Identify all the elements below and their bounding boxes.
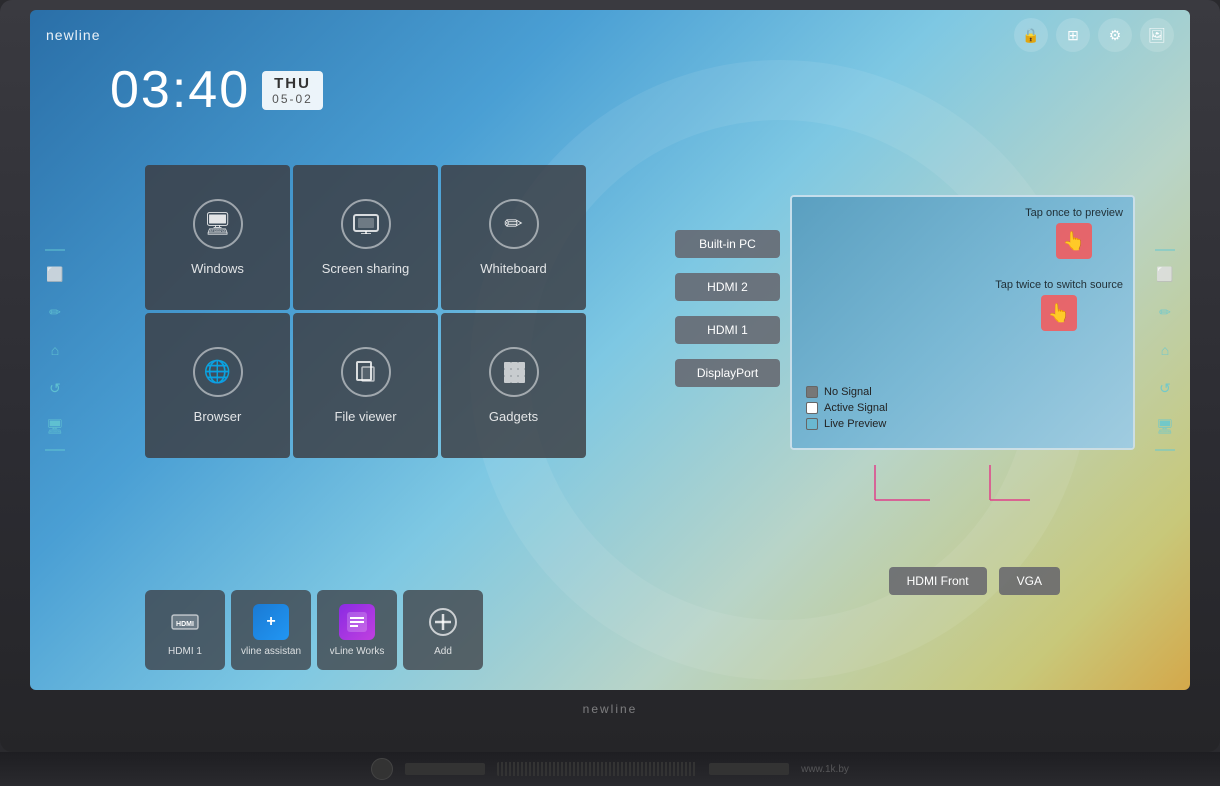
add-label: Add (434, 646, 452, 657)
browser-icon: 🌐 (193, 347, 243, 397)
monitor-outer: newline 🔒 ⊞ ⚙ 🖼 03:40 THU 05-02 ⬜ ✏ (0, 0, 1220, 752)
legend-dot-active (806, 402, 818, 414)
hdmi1-quick-label: HDMI 1 (168, 646, 202, 657)
lock-icon[interactable]: 🔒 (1014, 18, 1048, 52)
settings-icon[interactable]: ⚙ (1098, 18, 1132, 52)
legend-live-preview: Live Preview (806, 418, 888, 430)
legend-active-signal-label: Active Signal (824, 402, 888, 414)
date-value: 05-02 (272, 92, 313, 106)
quick-launch-bar: HDMI HDMI 1 + vline assistan (145, 590, 483, 670)
right-sidebar-screen-icon[interactable]: ⬜ (1150, 259, 1180, 289)
hdmi-front-btn[interactable]: HDMI Front (889, 567, 987, 595)
legend-no-signal: No Signal (806, 386, 888, 398)
add-icon (425, 604, 461, 640)
tile-whiteboard[interactable]: ✏ Whiteboard (441, 165, 586, 310)
vga-btn[interactable]: VGA (999, 567, 1060, 595)
sidebar-divider-top (45, 249, 65, 251)
sidebar-pencil-icon[interactable]: ✏ (40, 297, 70, 327)
clock-area: 03:40 THU 05-02 (110, 60, 323, 120)
right-sidebar-home-icon[interactable]: ⌂ (1150, 335, 1180, 365)
base-bar-right (709, 763, 789, 775)
hdmi2-btn[interactable]: HDMI 2 (675, 273, 780, 301)
date-box: THU 05-02 (262, 71, 323, 110)
tile-windows[interactable]: 🖥 Windows (145, 165, 290, 310)
svg-text:HDMI: HDMI (176, 621, 194, 628)
displayport-btn[interactable]: DisplayPort (675, 359, 780, 387)
screen-sharing-icon (341, 199, 391, 249)
preview-box: Tap once to preview 👆 Tap twice to switc… (790, 195, 1135, 450)
built-in-pc-btn[interactable]: Built-in PC (675, 230, 780, 258)
whiteboard-icon: ✏ (489, 199, 539, 249)
windows-icon: 🖥 (193, 199, 243, 249)
legend-dot-live (806, 418, 818, 430)
base-circle (371, 758, 393, 780)
speaker-grille (497, 762, 697, 776)
tile-gadgets[interactable]: Gadgets (441, 313, 586, 458)
file-viewer-icon (341, 347, 391, 397)
quick-add[interactable]: Add (403, 590, 483, 670)
right-sidebar-monitor-icon[interactable]: 🖥 (1150, 411, 1180, 441)
bottom-brand: newline (583, 702, 638, 716)
screen: newline 🔒 ⊞ ⚙ 🖼 03:40 THU 05-02 ⬜ ✏ (30, 10, 1190, 690)
left-sidebar: ⬜ ✏ ⌂ ↺ 🖥 (30, 239, 80, 461)
top-bar: newline 🔒 ⊞ ⚙ 🖼 (30, 10, 1190, 60)
monitor-base: www.1k.by (0, 752, 1220, 786)
tap-once-hint: Tap once to preview 👆 (1025, 207, 1123, 259)
right-sidebar-divider-bottom (1155, 449, 1175, 451)
quick-vline-works[interactable]: vLine Works (317, 590, 397, 670)
whiteboard-label: Whiteboard (480, 261, 546, 276)
sidebar-monitor-icon[interactable]: 🖥 (40, 411, 70, 441)
day-name: THU (272, 75, 313, 92)
clock-time-value: 03:40 (110, 60, 250, 120)
file-viewer-label: File viewer (334, 409, 396, 424)
screen-sharing-label: Screen sharing (322, 261, 409, 276)
tap-twice-hint: Tap twice to switch source 👆 (995, 279, 1123, 331)
source-buttons-column: Built-in PC HDMI 2 HDMI 1 DisplayPort (675, 230, 780, 387)
vline-works-label: vLine Works (330, 646, 385, 657)
preview-inner: Tap once to preview 👆 Tap twice to switc… (792, 197, 1133, 448)
right-sidebar: ⬜ ✏ ⌂ ↺ 🖥 (1140, 239, 1190, 461)
tap-twice-text: Tap twice to switch source (995, 279, 1123, 291)
app-grid: 🖥 Windows Screen sharing ✏ Whiteb (145, 165, 586, 458)
tap-once-icon: 👆 (1056, 223, 1092, 259)
quick-hdmi1[interactable]: HDMI HDMI 1 (145, 590, 225, 670)
tap-twice-icon: 👆 (1041, 295, 1077, 331)
display-settings-icon[interactable]: ⊞ (1056, 18, 1090, 52)
hdmi1-src-btn[interactable]: HDMI 1 (675, 316, 780, 344)
gadgets-label: Gadgets (489, 409, 538, 424)
sidebar-undo-icon[interactable]: ↺ (40, 373, 70, 403)
sidebar-divider-bottom (45, 449, 65, 451)
watermark: www.1k.by (801, 764, 849, 775)
legend-no-signal-label: No Signal (824, 386, 872, 398)
base-bar (405, 763, 485, 775)
right-sidebar-pencil-icon[interactable]: ✏ (1150, 297, 1180, 327)
tile-browser[interactable]: 🌐 Browser (145, 313, 290, 458)
sidebar-home-icon[interactable]: ⌂ (40, 335, 70, 365)
top-icons-group: 🔒 ⊞ ⚙ 🖼 (1014, 18, 1174, 52)
vline-works-icon (339, 604, 375, 640)
vline-assistant-label: vline assistan (241, 646, 301, 657)
legend-active-signal: Active Signal (806, 402, 888, 414)
browser-label: Browser (194, 409, 242, 424)
hdmi1-quick-icon: HDMI (167, 604, 203, 640)
tile-screen-sharing[interactable]: Screen sharing (293, 165, 438, 310)
legend-area: No Signal Active Signal Live Preview (806, 386, 888, 430)
tile-file-viewer[interactable]: File viewer (293, 313, 438, 458)
legend-dot-no-signal (806, 386, 818, 398)
clock-display: 03:40 THU 05-02 (110, 60, 323, 120)
right-sidebar-undo-icon[interactable]: ↺ (1150, 373, 1180, 403)
monitor-bottom-bar: newline (10, 690, 1210, 728)
bottom-source-buttons: HDMI Front VGA (889, 567, 1060, 595)
vline-assistant-icon: + (253, 604, 289, 640)
windows-label: Windows (191, 261, 244, 276)
right-sidebar-divider-top (1155, 249, 1175, 251)
legend-live-preview-label: Live Preview (824, 418, 886, 430)
tap-once-text: Tap once to preview (1025, 207, 1123, 219)
quick-vline-assistant[interactable]: + vline assistan (231, 590, 311, 670)
gallery-icon[interactable]: 🖼 (1140, 18, 1174, 52)
brand-logo: newline (46, 27, 100, 43)
sidebar-screen-icon[interactable]: ⬜ (40, 259, 70, 289)
gadgets-icon (489, 347, 539, 397)
